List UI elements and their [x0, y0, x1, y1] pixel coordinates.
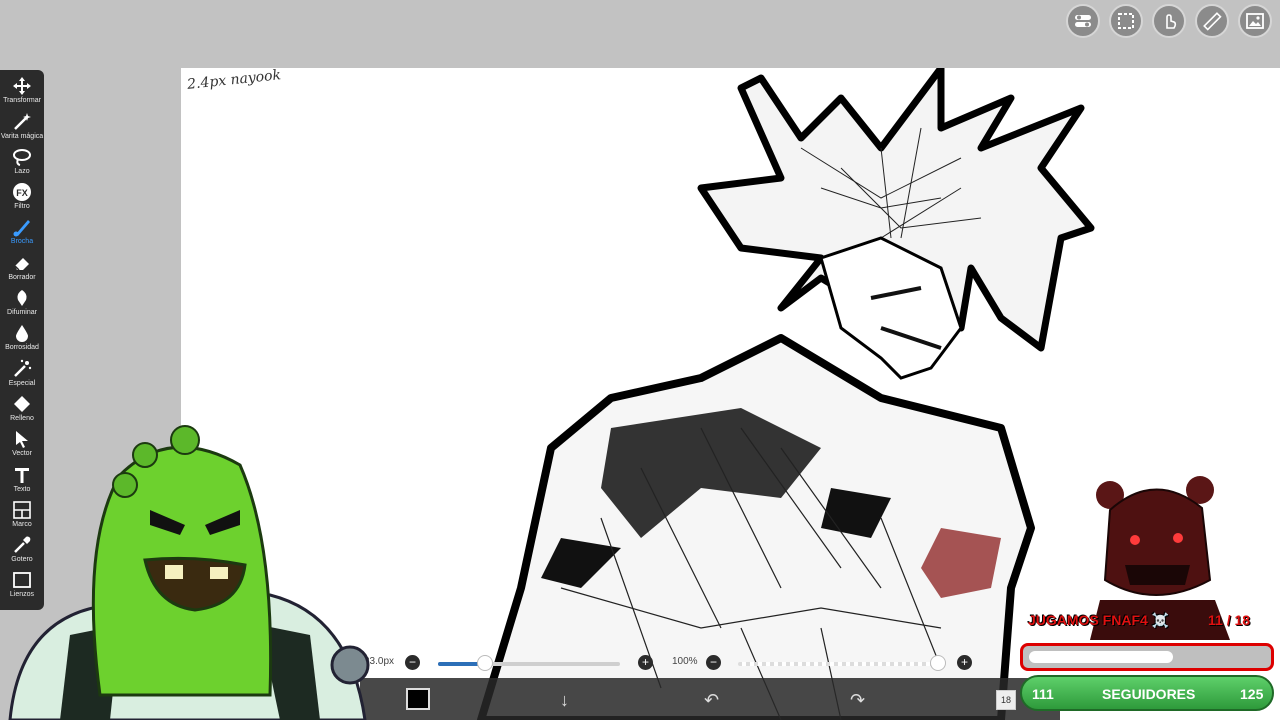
followers-label: SEGUIDORES — [1102, 686, 1196, 702]
goal-title: JUGAMOS FNAF4 ☠️ — [1028, 612, 1170, 628]
tool-label: Transformar — [3, 97, 41, 105]
goal-progress-fill — [1029, 651, 1173, 663]
opacity-decrease-button[interactable]: − — [706, 655, 721, 670]
blur-drop-icon — [16, 325, 28, 343]
special-wand-icon — [14, 359, 32, 377]
tool-special-wand[interactable]: Especial — [0, 352, 44, 387]
tool-move[interactable]: Transformar — [0, 70, 44, 105]
lasso-icon — [13, 148, 31, 166]
streamer-avatar-image — [8, 425, 370, 720]
touch-icon[interactable] — [1152, 4, 1186, 38]
tool-label: Borrador — [8, 273, 36, 281]
tool-eraser[interactable]: Borrador — [0, 246, 44, 281]
svg-text:FX: FX — [16, 188, 28, 198]
top-toolbar — [1066, 4, 1272, 38]
download-icon[interactable]: ↓ — [560, 690, 569, 711]
eraser-icon — [14, 257, 29, 271]
layers-button[interactable]: 18 — [996, 690, 1016, 710]
fill-bucket-icon — [14, 395, 30, 412]
smudge-icon — [17, 290, 27, 307]
tool-magic-wand[interactable]: Varita mágica — [0, 105, 44, 140]
tool-label: Difuminar — [7, 309, 37, 317]
goal-count: 11 / 18 — [1208, 612, 1251, 628]
followers-current: 111 — [1032, 686, 1054, 702]
followers-goal: 125 — [1240, 686, 1264, 702]
color-swatch[interactable] — [406, 688, 430, 710]
top-bar — [0, 0, 1280, 68]
goal-progress-bar — [1020, 643, 1274, 671]
tool-label: Varita mágica — [0, 132, 44, 140]
tool-label: Filtro — [14, 203, 30, 211]
tool-blur-drop[interactable]: Borrosidad — [0, 317, 44, 352]
brush-settings-bar: 23.0px − + 100% − + — [360, 652, 980, 674]
redo-icon[interactable]: ↷ — [850, 690, 865, 711]
undo-icon[interactable]: ↶ — [704, 690, 719, 711]
opacity-increase-button[interactable]: + — [957, 655, 972, 670]
ruler-icon[interactable] — [1195, 4, 1229, 38]
tool-brush[interactable]: Brocha — [0, 211, 44, 246]
size-decrease-button[interactable]: − — [405, 655, 420, 670]
brush-icon — [13, 220, 30, 237]
magic-wand-icon — [14, 112, 31, 130]
image-icon[interactable] — [1238, 4, 1272, 38]
move-icon — [13, 77, 31, 96]
tool-label: Relleno — [10, 414, 34, 422]
tool-fill-bucket[interactable]: Relleno — [0, 388, 44, 423]
tool-label: Especial — [8, 379, 36, 387]
opacity-value: 100% — [672, 656, 698, 667]
followers-goal-bar: 111 SEGUIDORES 125 — [1020, 675, 1274, 711]
tool-smudge[interactable]: Difuminar — [0, 282, 44, 317]
tool-label: Lazo — [14, 167, 30, 175]
size-increase-button[interactable]: + — [638, 655, 653, 670]
tool-fx[interactable]: FX Filtro — [0, 176, 44, 211]
fx-icon: FX — [13, 183, 31, 202]
toggle-icon[interactable] — [1066, 4, 1100, 38]
tool-label: Brocha — [10, 238, 34, 246]
bottom-toolbar: ↓ ↶ ↷ 18 — [360, 678, 1060, 720]
opacity-knob[interactable] — [930, 655, 946, 671]
tool-lasso[interactable]: Lazo — [0, 141, 44, 176]
selection-icon[interactable] — [1109, 4, 1143, 38]
opacity-slider[interactable] — [738, 662, 938, 666]
tool-label: Borrosidad — [5, 344, 39, 352]
brush-size-knob[interactable] — [477, 655, 494, 671]
